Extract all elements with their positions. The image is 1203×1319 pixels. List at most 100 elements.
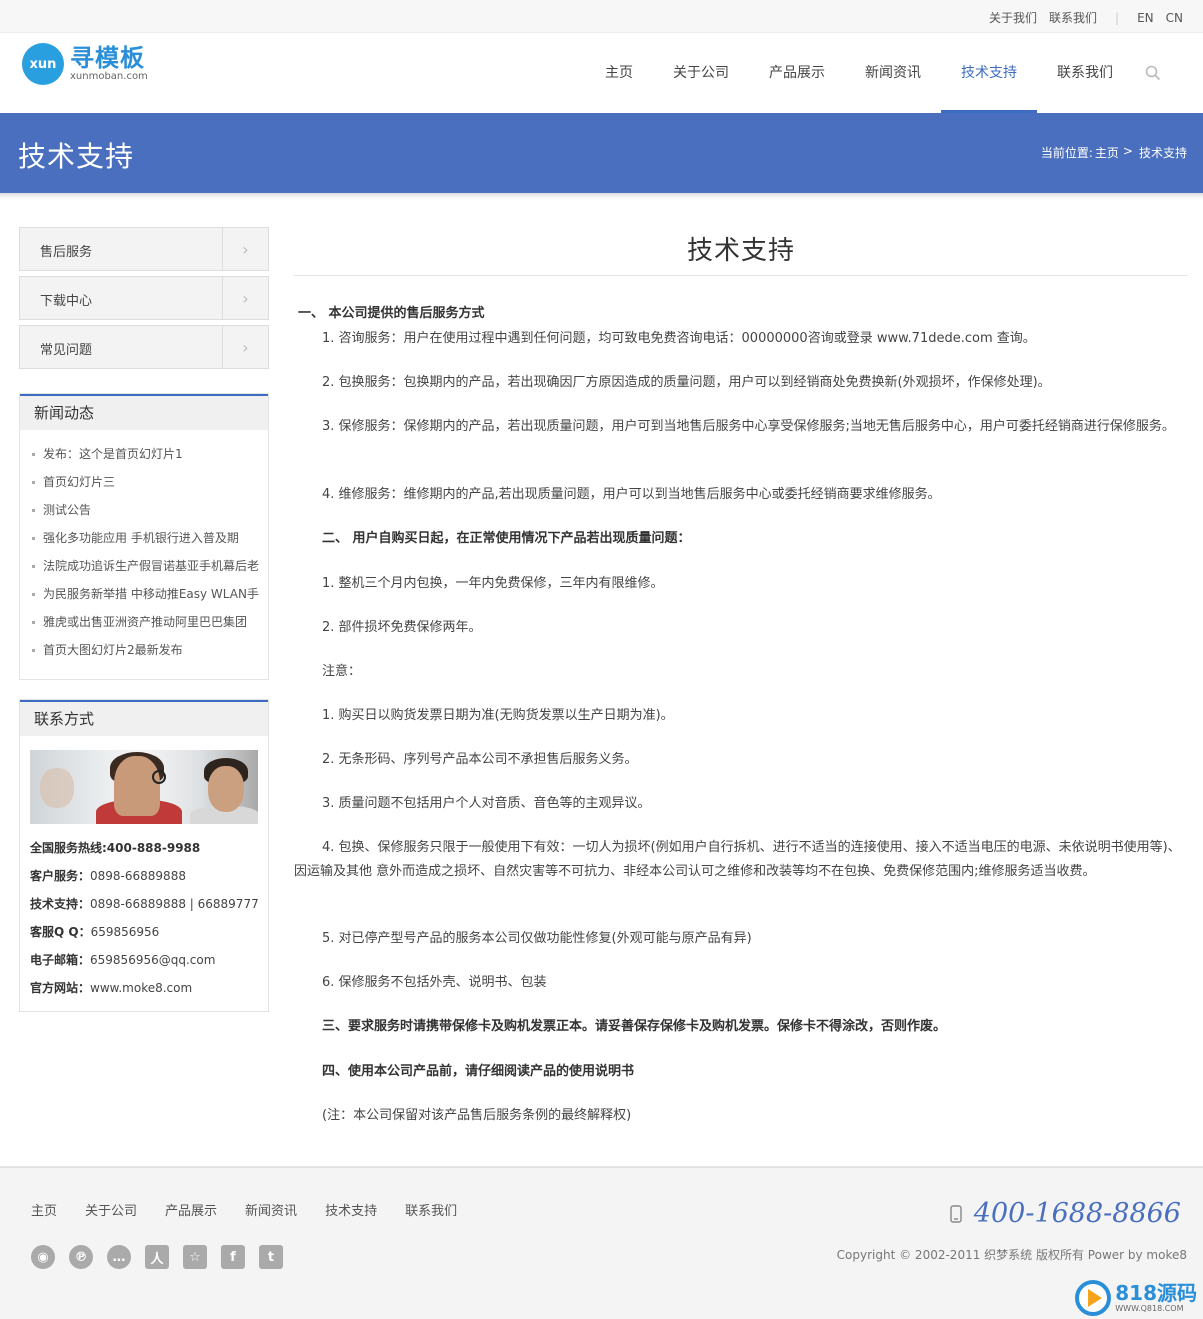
logo[interactable]: xun 寻模板 xunmoban.com [22, 42, 148, 86]
news-item-title: 雅虎或出售亚洲资产推动阿里巴巴集团 [43, 615, 248, 629]
contact-lines: 全国服务热线:400-888-9988 客户服务：0898-66889888 技… [20, 824, 268, 1010]
copyright: Copyright © 2002-2011 织梦系统 版权所有 Power by… [836, 1248, 1187, 1262]
article-paragraph: 5. 对已停产型号产品的服务本公司仅做功能性修复(外观可能与原产品有异) [322, 931, 752, 946]
nav-item-support[interactable]: 技术支持 [941, 33, 1037, 113]
tech-label: 技术支持： [30, 897, 91, 911]
play-triangle [1088, 1289, 1103, 1307]
article-title: 技术支持 [686, 236, 795, 266]
sidebar-item-after-sales[interactable]: 售后服务 › [19, 227, 269, 271]
site-label: 官方网站： [30, 981, 91, 995]
main-nav: 主页 关于公司 产品展示 新闻资讯 技术支持 联系我们 [585, 33, 1173, 113]
banner-shadow [0, 193, 1203, 199]
site-value[interactable]: www.moke8.com [90, 981, 192, 995]
renren-icon[interactable]: 人 [145, 1245, 169, 1269]
news-item-title: 为民服务新举措 中移动推Easy WLAN手 [43, 587, 259, 601]
search-icon [1145, 65, 1161, 81]
footer-link-about[interactable]: 关于公司 [85, 1200, 137, 1219]
news-item[interactable]: 为民服务新举措 中移动推Easy WLAN手 [32, 580, 268, 608]
bullet-icon [32, 509, 35, 512]
contact-panel-title: 联系方式 [20, 700, 268, 736]
page-banner: 技术支持 当前位置: 主页 > 技术支持 [0, 113, 1203, 193]
article-paragraph: 1. 咨询服务：用户在使用过程中遇到任何问题，均可致电免费咨询电话：000000… [322, 331, 1036, 346]
footer-link-products[interactable]: 产品展示 [165, 1200, 217, 1219]
news-item[interactable]: 测试公告 [32, 496, 268, 524]
bullet-icon [32, 593, 35, 596]
article-paragraph: 4. 维修服务：维修期内的产品,若出现质量问题，用户可以到当地售后服务中心或委托… [322, 487, 941, 502]
search-button[interactable] [1133, 33, 1173, 113]
play-logo-icon [1075, 1280, 1112, 1316]
news-item[interactable]: 强化多功能应用 手机银行进入普及期 [32, 524, 268, 552]
logo-text: 寻模板 xunmoban.com [70, 45, 148, 83]
contact-qq: 客服Q Q：659856956 [30, 918, 268, 946]
hotline-text: 全国服务热线:400-888-9988 [30, 841, 201, 855]
news-panel-title: 新闻动态 [20, 394, 268, 430]
nav-item-about[interactable]: 关于公司 [653, 33, 749, 113]
nav-item-contact[interactable]: 联系我们 [1037, 33, 1133, 113]
tech-value: 0898-66889888 | 66889777 [90, 897, 259, 911]
social-links: ◉ ℗ … 人 ☆ f t [31, 1245, 297, 1269]
email-value[interactable]: 659856956@qq.com [90, 953, 215, 967]
lang-cn-link[interactable]: CN [1166, 11, 1183, 25]
facebook-icon[interactable]: f [221, 1245, 245, 1269]
news-item[interactable]: 首页大图幻灯片2最新发布 [32, 636, 268, 664]
news-item[interactable]: 雅虎或出售亚洲资产推动阿里巴巴集团 [32, 608, 268, 636]
breadcrumb-home[interactable]: 主页 [1095, 144, 1119, 161]
bullet-icon [32, 649, 35, 652]
banner-title: 技术支持 [18, 140, 135, 173]
sidebar-item-downloads[interactable]: 下载中心 › [19, 276, 269, 320]
twitter-icon[interactable]: t [259, 1245, 283, 1269]
bullet-icon [32, 537, 35, 540]
service-value: 0898-66889888 [90, 869, 186, 883]
lang-en-link[interactable]: EN [1137, 11, 1154, 25]
article-divider [294, 275, 1188, 276]
article-heading: 四、使用本公司产品前，请仔细阅读产品的使用说明书 [322, 1064, 635, 1079]
sidebar-item-label: 常见问题 [40, 343, 93, 358]
article-paragraph: 2. 部件损坏免费保修两年。 [322, 620, 482, 635]
service-label: 客户服务： [30, 869, 91, 883]
qq-value: 659856956 [90, 925, 160, 939]
nav-item-news[interactable]: 新闻资讯 [845, 33, 941, 113]
breadcrumb-current[interactable]: 技术支持 [1139, 144, 1187, 161]
headset-icon [152, 770, 166, 784]
article-paragraph: 1. 整机三个月内包换，一年内免费保修，三年内有限维修。 [322, 576, 664, 591]
article-heading: 二、 用户自购买日起，在正常使用情况下产品若出现质量问题： [322, 531, 691, 546]
news-item[interactable]: 首页幻灯片三 [32, 468, 268, 496]
article-paragraph: 注意： [322, 664, 362, 679]
nav-item-home[interactable]: 主页 [585, 33, 653, 113]
article-heading: 一、 本公司提供的售后服务方式 [298, 306, 485, 321]
logo-badge: xun [22, 43, 64, 85]
photo-person-2-face [208, 766, 244, 812]
breadcrumb: 当前位置: 主页 > 技术支持 [1039, 144, 1187, 161]
top-separator: | [1115, 10, 1120, 25]
photo-person-1-face [114, 756, 160, 816]
news-item[interactable]: 法院成功追诉生产假冒诺基亚手机幕后老 [32, 552, 268, 580]
header: xun 寻模板 xunmoban.com 主页 关于公司 产品展示 新闻资讯 技… [0, 33, 1203, 113]
footer-link-home[interactable]: 主页 [31, 1200, 57, 1219]
contact-hotline: 全国服务热线:400-888-9988 [30, 834, 268, 862]
footer-link-support[interactable]: 技术支持 [325, 1200, 377, 1219]
star-icon[interactable]: ☆ [183, 1245, 207, 1269]
article-paragraph: 6. 保修服务不包括外壳、说明书、包装 [322, 975, 547, 990]
weibo-icon[interactable]: ◉ [31, 1245, 55, 1269]
qq-label: 客服Q Q： [30, 925, 91, 939]
chat-icon[interactable]: … [107, 1245, 131, 1269]
email-label: 电子邮箱： [30, 953, 91, 967]
bullet-icon [32, 565, 35, 568]
top-link-contact[interactable]: 联系我们 [1049, 9, 1097, 26]
news-item-title: 发布：这个是首页幻灯片1 [43, 447, 183, 461]
top-link-about[interactable]: 关于我们 [989, 9, 1037, 26]
contact-panel: 联系方式 全国服务热线:400-888-9988 客户服务：0898-66889… [19, 699, 269, 1012]
top-bar: 关于我们 联系我们 | EN CN [0, 0, 1203, 33]
nav-item-products[interactable]: 产品展示 [749, 33, 845, 113]
news-item[interactable]: 发布：这个是首页幻灯片1 [32, 440, 268, 468]
contact-tech: 技术支持：0898-66889888 | 66889777 [30, 890, 268, 918]
sidebar-item-faq[interactable]: 常见问题 › [19, 325, 269, 369]
footer: 主页 关于公司 产品展示 新闻资讯 技术支持 联系我们 ◉ ℗ … 人 ☆ f … [0, 1166, 1203, 1319]
breadcrumb-prefix: 当前位置: [1040, 146, 1093, 160]
logo-en-text: xunmoban.com [70, 71, 148, 82]
contact-site: 官方网站：www.moke8.com [30, 974, 268, 1002]
pinterest-icon[interactable]: ℗ [69, 1245, 93, 1269]
footer-link-news[interactable]: 新闻资讯 [245, 1200, 297, 1219]
footer-link-contact[interactable]: 联系我们 [405, 1200, 457, 1219]
news-item-title: 首页大图幻灯片2最新发布 [43, 643, 183, 657]
